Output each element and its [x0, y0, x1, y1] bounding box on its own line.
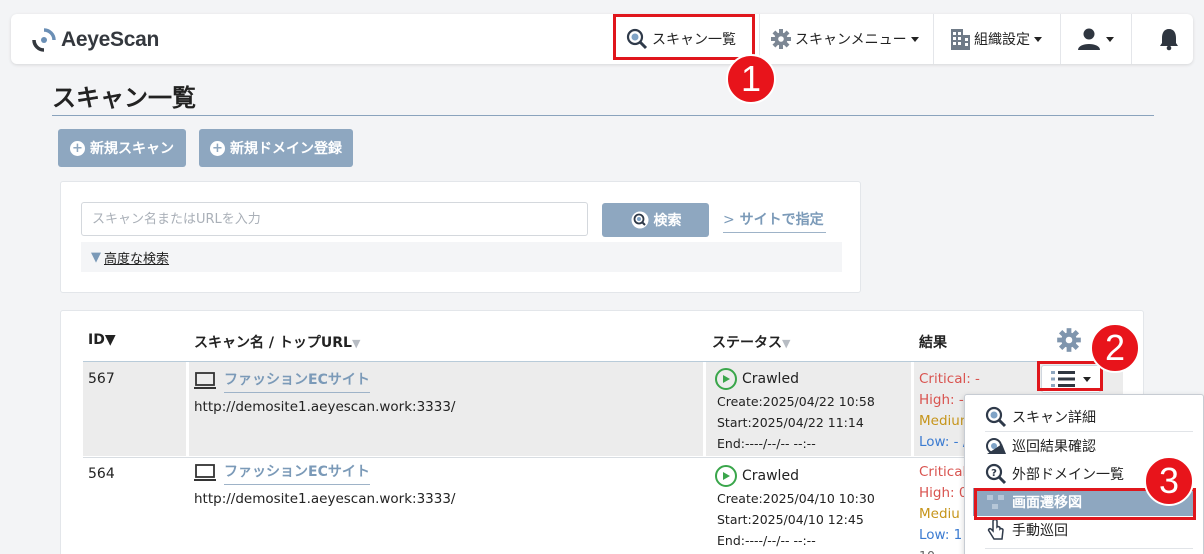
user-icon — [1078, 28, 1100, 50]
app-logo[interactable]: AeyeScan — [31, 24, 159, 56]
row-2-status: Crawled — [715, 465, 799, 487]
top-navbar: AeyeScan スキャン一覧 スキャンメニュー 組織設定 — [11, 14, 1193, 64]
search-panel: 検索 > サイトで指定 ▼ 高度な検索 — [60, 181, 861, 293]
callout-badge-3: 3 — [1144, 456, 1194, 506]
gear-icon — [771, 29, 791, 49]
title-divider — [52, 115, 1154, 116]
menu-item-crawl-result-label: 巡回結果確認 — [1012, 439, 1096, 455]
row-1-status-text: Crawled — [742, 371, 799, 387]
search-icon — [631, 211, 648, 229]
nav-scan-menu-label: スキャンメニュー — [795, 32, 907, 48]
nav-user-menu[interactable] — [1066, 14, 1124, 64]
crawl-snail-icon — [985, 435, 1007, 457]
row-2-create: Create:2025/04/10 10:30 — [717, 491, 875, 506]
nav-org-settings[interactable]: 組織設定 — [939, 14, 1052, 64]
column-header-name[interactable]: スキャン名 / トップURL▼ — [194, 332, 360, 352]
row-2-status-text: Crawled — [742, 468, 799, 484]
crawled-play-icon — [715, 368, 737, 390]
menu-item-external-domains-label: 外部ドメイン一覧 — [1012, 467, 1124, 483]
monitor-icon — [194, 372, 216, 389]
sort-icon: ▼ — [351, 337, 361, 350]
search-button[interactable]: 検索 — [602, 203, 709, 237]
column-header-result: 結果 — [919, 335, 947, 351]
advanced-search-link[interactable]: 高度な検索 — [104, 248, 169, 267]
menu-item-scan-detail[interactable]: スキャン詳細 — [965, 403, 1203, 431]
row-2-id: 564 — [88, 466, 115, 482]
advanced-search-row: ▼ 高度な検索 — [81, 242, 842, 272]
building-icon — [951, 29, 970, 50]
menu-item-scan-detail-label: スキャン詳細 — [1012, 410, 1096, 426]
logo-text: AeyeScan — [61, 28, 159, 51]
row-1-start: Start:2025/04/22 11:14 — [717, 415, 864, 430]
highlight-box-1 — [613, 14, 755, 60]
crawled-play-icon — [715, 465, 737, 487]
row-1-name-link[interactable]: ファッションECサイト — [194, 369, 370, 393]
nav-org-settings-label: 組織設定 — [974, 32, 1030, 48]
row-2-critical: Critical — [919, 464, 967, 480]
aeyescan-logo-icon — [32, 28, 56, 52]
row-2-start: Start:2025/04/10 12:45 — [717, 512, 864, 527]
triangle-down-icon: ▼ — [91, 249, 101, 265]
page-title: スキャン一覧 — [52, 84, 196, 112]
callout-badge-1: 1 — [726, 54, 776, 104]
row-2-low: Low: 1 — [919, 527, 963, 543]
sort-icon: ▼ — [782, 337, 791, 350]
highlight-box-2 — [1037, 361, 1103, 391]
row-1-url: http://demosite1.aeyescan.work:3333/ — [194, 399, 456, 415]
chevron-down-icon — [1106, 36, 1114, 42]
row-1-critical: Critical: - — [919, 371, 980, 387]
new-domain-button[interactable]: + 新規ドメイン登録 — [199, 129, 353, 167]
new-scan-button[interactable]: + 新規スキャン — [58, 129, 186, 167]
chevron-right-icon: > — [723, 212, 735, 228]
menu-item-manual-crawl[interactable]: 手動巡回 — [965, 516, 1203, 544]
row-1-end: End:----/--/-- --:-- — [717, 436, 816, 451]
scan-search-icon — [985, 406, 1007, 428]
row-1-status: Crawled — [715, 368, 799, 390]
row-1-low: Low: - / — [919, 434, 968, 450]
monitor-icon — [194, 464, 216, 481]
column-header-status-label: ステータス — [712, 335, 782, 351]
new-scan-label: 新規スキャン — [90, 141, 174, 157]
site-filter-link[interactable]: > サイトで指定 — [723, 209, 826, 233]
callout-badge-2: 2 — [1090, 323, 1140, 373]
question-search-icon: ? — [985, 463, 1007, 485]
nav-divider — [1060, 14, 1061, 64]
row-2-medium: Mediu — [919, 506, 960, 522]
search-button-label: 検索 — [653, 213, 682, 229]
site-filter-label: サイトで指定 — [739, 212, 824, 228]
plus-icon: + — [70, 140, 85, 156]
column-header-name-label: スキャン名 / トップURL — [194, 335, 352, 351]
nav-notifications[interactable] — [1147, 14, 1191, 64]
row-1-create: Create:2025/04/22 10:58 — [717, 394, 875, 409]
row-1-scan-name: ファッションECサイト — [224, 369, 370, 393]
menu-item-manual-crawl-label: 手動巡回 — [1012, 523, 1068, 539]
hand-pointer-icon — [985, 519, 1007, 541]
chevron-down-icon — [910, 36, 919, 42]
svg-text:?: ? — [991, 468, 997, 479]
column-header-id[interactable]: ID▼ — [88, 332, 116, 348]
nav-divider — [933, 14, 934, 64]
plus-icon: + — [210, 140, 225, 156]
menu-divider — [985, 548, 1193, 549]
row-2-high: High: 0 — [919, 485, 968, 501]
row-1-high: High: - — [919, 392, 964, 408]
column-settings-gear-icon[interactable] — [1056, 327, 1082, 353]
new-domain-label: 新規ドメイン登録 — [230, 141, 342, 157]
nav-scan-menu[interactable]: スキャンメニュー — [760, 14, 929, 64]
chevron-down-icon — [1034, 36, 1042, 42]
nav-divider — [1131, 14, 1132, 64]
row-2-url: http://demosite1.aeyescan.work:3333/ — [194, 491, 456, 507]
bell-icon — [1160, 29, 1178, 51]
row-1-id: 567 — [88, 371, 115, 387]
row-2-name-link[interactable]: ファッションECサイト — [194, 461, 370, 485]
search-input[interactable] — [81, 202, 588, 236]
row-2-scan-name: ファッションECサイト — [224, 461, 370, 485]
row-2-extra: 10 — [919, 548, 935, 554]
row-2-end: End:----/--/-- --:-- — [717, 533, 816, 548]
column-header-status[interactable]: ステータス▼ — [712, 332, 790, 352]
